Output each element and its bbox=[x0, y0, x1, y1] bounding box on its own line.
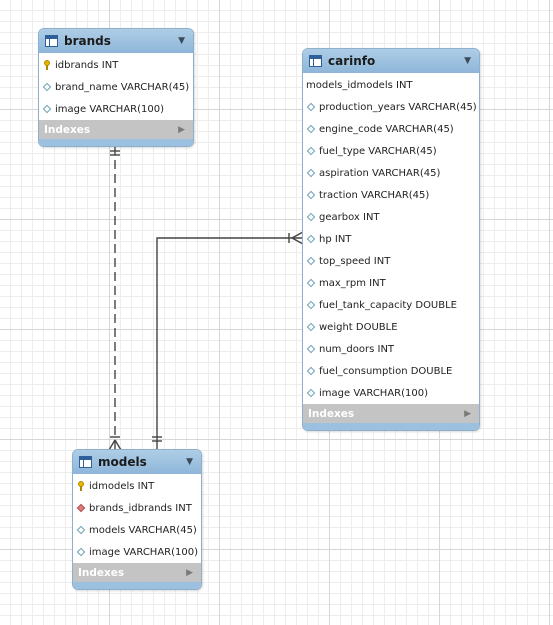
column-row[interactable]: brands_idbrands INT bbox=[73, 497, 201, 519]
column-row[interactable]: weight DOUBLE bbox=[303, 316, 479, 338]
carinfo-indexes-bar[interactable]: Indexes ▶ bbox=[303, 404, 479, 423]
column-diamond-icon bbox=[306, 366, 316, 376]
column-label: engine_code VARCHAR(45) bbox=[319, 123, 454, 135]
column-label: fuel_tank_capacity DOUBLE bbox=[319, 299, 458, 311]
column-diamond-icon bbox=[76, 547, 86, 557]
models-table[interactable]: models ▼ idmodels INT brands_idbrands IN… bbox=[72, 449, 202, 590]
column-row[interactable]: image VARCHAR(100) bbox=[39, 98, 193, 120]
column-label: production_years VARCHAR(45) bbox=[319, 101, 477, 113]
column-label: image VARCHAR(100) bbox=[55, 103, 164, 115]
models-table-title: models bbox=[98, 455, 147, 469]
column-row[interactable]: traction VARCHAR(45) bbox=[303, 184, 479, 206]
column-row[interactable]: engine_code VARCHAR(45) bbox=[303, 118, 479, 140]
column-row[interactable]: brand_name VARCHAR(45) bbox=[39, 76, 193, 98]
column-label: num_doors INT bbox=[319, 343, 395, 355]
column-row[interactable]: top_speed INT bbox=[303, 250, 479, 272]
column-label: brand_name VARCHAR(45) bbox=[55, 81, 190, 93]
primary-key-icon bbox=[42, 60, 52, 70]
carinfo-table-title: carinfo bbox=[328, 54, 376, 68]
column-diamond-icon bbox=[306, 300, 316, 310]
foreign-key-diamond-icon bbox=[76, 503, 86, 513]
column-diamond-icon bbox=[306, 388, 316, 398]
models-carinfo-relationship-line[interactable] bbox=[156, 237, 303, 450]
collapse-caret-icon[interactable]: ▼ bbox=[178, 36, 185, 46]
column-diamond-icon bbox=[42, 104, 52, 114]
collapse-caret-icon[interactable]: ▼ bbox=[464, 56, 471, 66]
column-label: idmodels INT bbox=[89, 480, 155, 492]
table-icon bbox=[45, 35, 58, 47]
table-footer bbox=[39, 139, 193, 146]
column-diamond-icon bbox=[306, 322, 316, 332]
brands-indexes-bar[interactable]: Indexes ▶ bbox=[39, 120, 193, 139]
table-footer bbox=[73, 582, 201, 589]
models-table-header[interactable]: models ▼ bbox=[73, 450, 201, 474]
column-diamond-icon bbox=[306, 124, 316, 134]
column-label: hp INT bbox=[319, 233, 352, 245]
column-row[interactable]: image VARCHAR(100) bbox=[303, 382, 479, 404]
column-row[interactable]: gearbox INT bbox=[303, 206, 479, 228]
carinfo-table-header[interactable]: carinfo ▼ bbox=[303, 49, 479, 73]
indexes-label: Indexes bbox=[308, 407, 355, 420]
column-label: fuel_consumption DOUBLE bbox=[319, 365, 453, 377]
column-diamond-icon bbox=[42, 82, 52, 92]
column-label: weight DOUBLE bbox=[319, 321, 398, 333]
column-row[interactable]: production_years VARCHAR(45) bbox=[303, 96, 479, 118]
models-indexes-bar[interactable]: Indexes ▶ bbox=[73, 563, 201, 582]
column-label: image VARCHAR(100) bbox=[319, 387, 428, 399]
column-diamond-icon bbox=[306, 146, 316, 156]
column-row[interactable]: num_doors INT bbox=[303, 338, 479, 360]
column-label: gearbox INT bbox=[319, 211, 380, 223]
carinfo-table[interactable]: carinfo ▼ models_idmodels INT production… bbox=[302, 48, 480, 431]
column-row[interactable]: models VARCHAR(45) bbox=[73, 519, 201, 541]
column-diamond-icon bbox=[306, 234, 316, 244]
column-diamond-icon bbox=[306, 344, 316, 354]
table-icon bbox=[79, 456, 92, 468]
collapse-caret-icon[interactable]: ▼ bbox=[186, 457, 193, 467]
column-label: idbrands INT bbox=[55, 59, 119, 71]
column-label: models_idmodels INT bbox=[306, 79, 413, 91]
indexes-label: Indexes bbox=[44, 123, 91, 136]
column-row[interactable]: models_idmodels INT bbox=[303, 74, 479, 96]
column-label: aspiration VARCHAR(45) bbox=[319, 167, 441, 179]
expand-arrow-icon[interactable]: ▶ bbox=[178, 125, 185, 135]
column-diamond-icon bbox=[306, 256, 316, 266]
column-diamond-icon bbox=[306, 168, 316, 178]
column-row[interactable]: idmodels INT bbox=[73, 475, 201, 497]
column-label: traction VARCHAR(45) bbox=[319, 189, 430, 201]
column-row[interactable]: fuel_consumption DOUBLE bbox=[303, 360, 479, 382]
expand-arrow-icon[interactable]: ▶ bbox=[186, 568, 193, 578]
brands-table-header[interactable]: brands ▼ bbox=[39, 29, 193, 53]
column-row[interactable]: fuel_type VARCHAR(45) bbox=[303, 140, 479, 162]
column-diamond-icon bbox=[306, 212, 316, 222]
column-row[interactable]: image VARCHAR(100) bbox=[73, 541, 201, 563]
brands-table-title: brands bbox=[64, 34, 111, 48]
column-diamond-icon bbox=[306, 102, 316, 112]
column-label: image VARCHAR(100) bbox=[89, 546, 198, 558]
column-diamond-icon bbox=[76, 525, 86, 535]
table-icon bbox=[309, 55, 322, 67]
column-label: models VARCHAR(45) bbox=[89, 524, 197, 536]
column-label: top_speed INT bbox=[319, 255, 391, 267]
column-row[interactable]: idbrands INT bbox=[39, 54, 193, 76]
expand-arrow-icon[interactable]: ▶ bbox=[464, 409, 471, 419]
primary-key-icon bbox=[76, 481, 86, 491]
column-row[interactable]: hp INT bbox=[303, 228, 479, 250]
column-row[interactable]: aspiration VARCHAR(45) bbox=[303, 162, 479, 184]
column-row[interactable]: fuel_tank_capacity DOUBLE bbox=[303, 294, 479, 316]
column-label: max_rpm INT bbox=[319, 277, 386, 289]
indexes-label: Indexes bbox=[78, 566, 125, 579]
brands-table[interactable]: brands ▼ idbrands INT brand_name VARCHAR… bbox=[38, 28, 194, 147]
column-row[interactable]: max_rpm INT bbox=[303, 272, 479, 294]
column-diamond-icon bbox=[306, 278, 316, 288]
column-diamond-icon bbox=[306, 190, 316, 200]
column-label: fuel_type VARCHAR(45) bbox=[319, 145, 437, 157]
table-footer bbox=[303, 423, 479, 430]
column-label: brands_idbrands INT bbox=[89, 502, 192, 514]
